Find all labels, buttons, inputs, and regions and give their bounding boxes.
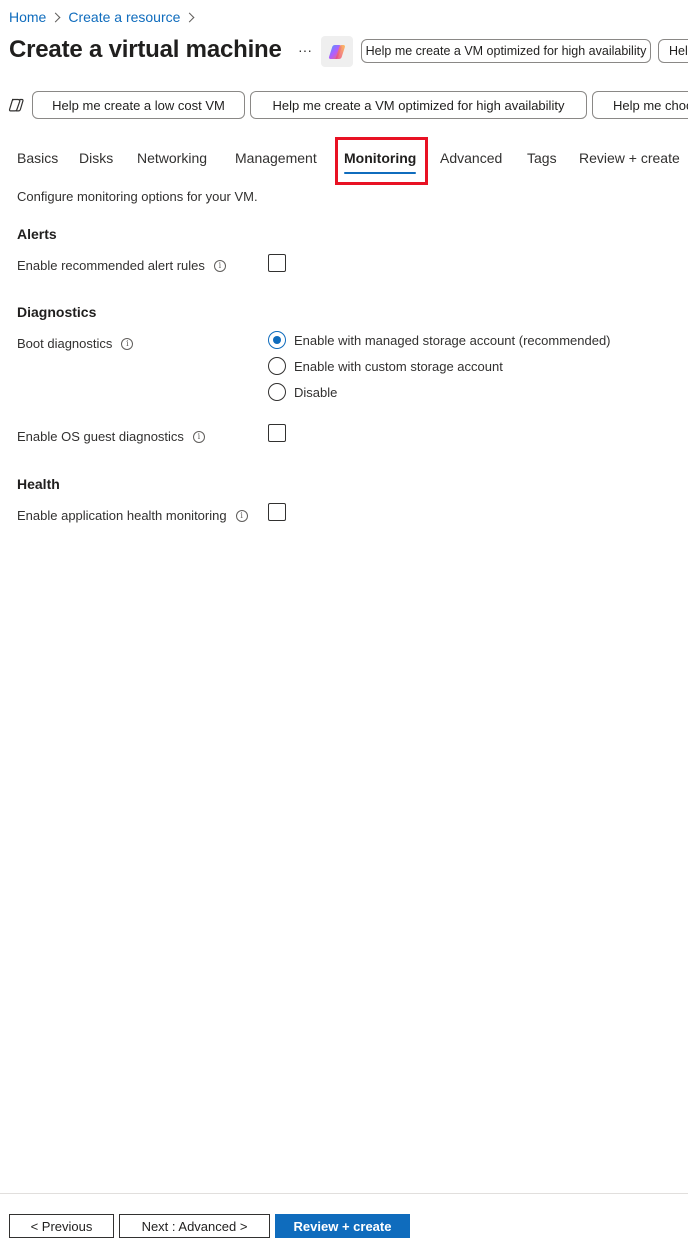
tab-tags[interactable]: Tags <box>527 150 557 166</box>
info-icon[interactable]: i <box>235 509 248 522</box>
radio-label: Enable with custom storage account <box>294 358 503 374</box>
os-guest-diagnostics-label: Enable OS guest diagnostics i <box>17 429 205 444</box>
tab-disks[interactable]: Disks <box>79 150 113 166</box>
suggestion-pill-top-high-availability[interactable]: Help me create a VM optimized for high a… <box>361 39 651 63</box>
info-icon[interactable]: i <box>121 337 134 350</box>
boot-diagnostics-option-custom[interactable]: Enable with custom storage account <box>268 357 503 375</box>
diagnostics-heading: Diagnostics <box>17 304 97 320</box>
app-health-monitoring-text: Enable application health monitoring <box>17 508 227 523</box>
chevron-right-icon <box>50 12 61 22</box>
info-icon[interactable]: i <box>192 430 205 443</box>
suggestion-pill-high-availability[interactable]: Help me create a VM optimized for high a… <box>250 91 587 119</box>
tab-management[interactable]: Management <box>235 150 317 166</box>
app-health-monitoring-label: Enable application health monitoring i <box>17 508 248 523</box>
tab-advanced[interactable]: Advanced <box>440 150 502 166</box>
os-guest-diagnostics-checkbox[interactable] <box>268 424 286 442</box>
previous-button[interactable]: < Previous <box>9 1214 114 1238</box>
radio-button[interactable] <box>268 383 286 401</box>
radio-label: Enable with managed storage account (rec… <box>294 332 611 348</box>
copilot-icon <box>328 44 345 59</box>
highlight-box <box>335 137 428 185</box>
next-advanced-button[interactable]: Next : Advanced > <box>119 1214 270 1238</box>
breadcrumb-create-resource[interactable]: Create a resource <box>68 9 180 25</box>
copilot-button[interactable] <box>321 36 353 67</box>
more-options-icon[interactable]: ··· <box>298 42 312 58</box>
boot-diagnostics-text: Boot diagnostics <box>17 336 113 351</box>
recommended-alert-rules-label: Enable recommended alert rules i <box>17 258 226 273</box>
recommended-alert-rules-checkbox[interactable] <box>268 254 286 272</box>
page-title: Create a virtual machine <box>9 36 282 63</box>
recommended-alert-rules-text: Enable recommended alert rules <box>17 258 205 273</box>
info-icon[interactable]: i <box>213 259 226 272</box>
page-description: Configure monitoring options for your VM… <box>17 189 258 204</box>
suggestion-pill-choose[interactable]: Help me choo <box>592 91 688 119</box>
radio-label: Disable <box>294 384 338 400</box>
boot-diagnostics-option-managed[interactable]: Enable with managed storage account (rec… <box>268 331 611 349</box>
breadcrumb: Home Create a resource <box>9 9 202 25</box>
alerts-heading: Alerts <box>17 226 57 242</box>
footer-divider <box>0 1193 688 1194</box>
tab-review-create[interactable]: Review + create <box>579 150 680 166</box>
tab-networking[interactable]: Networking <box>137 150 207 166</box>
breadcrumb-home[interactable]: Home <box>9 9 46 25</box>
suggestion-icon <box>8 98 24 112</box>
suggestion-pill-top-help[interactable]: Help <box>658 39 688 63</box>
chevron-right-icon <box>184 12 195 22</box>
boot-diagnostics-option-disable[interactable]: Disable <box>268 383 337 401</box>
app-health-monitoring-checkbox[interactable] <box>268 503 286 521</box>
radio-button[interactable] <box>268 357 286 375</box>
radio-button-checked[interactable] <box>268 331 286 349</box>
os-guest-diagnostics-text: Enable OS guest diagnostics <box>17 429 184 444</box>
health-heading: Health <box>17 476 60 492</box>
boot-diagnostics-label: Boot diagnostics i <box>17 336 134 351</box>
review-create-button[interactable]: Review + create <box>275 1214 410 1238</box>
suggestion-pill-low-cost-vm[interactable]: Help me create a low cost VM <box>32 91 245 119</box>
tab-basics[interactable]: Basics <box>17 150 58 166</box>
